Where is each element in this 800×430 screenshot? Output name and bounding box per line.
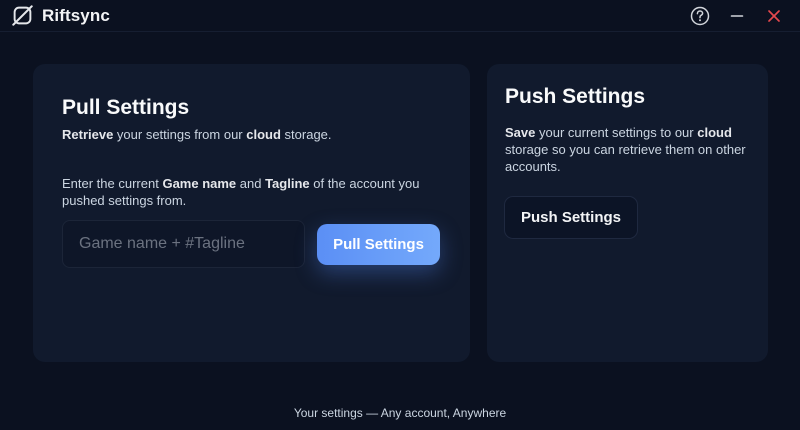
footer-tagline: Your settings — Any account, Anywhere	[293, 406, 507, 420]
app-title: Riftsync	[42, 5, 110, 25]
push-settings-button[interactable]: Push Settings	[504, 196, 638, 239]
description-emphasis-cloud: cloud	[697, 125, 732, 140]
subtitle-emphasis-retrieve: Retrieve	[62, 127, 114, 142]
push-settings-title: Push Settings	[505, 85, 646, 108]
minimize-button[interactable]	[725, 4, 749, 28]
riot-id-input[interactable]	[63, 221, 304, 267]
push-settings-card: Push Settings Save your current settings…	[487, 64, 768, 362]
pull-settings-subtitle: Retrieve your settings from our cloud st…	[62, 127, 332, 142]
help-circle-icon	[690, 6, 710, 26]
instruction-emphasis-game-name: Game name	[162, 176, 237, 191]
riftsync-logo-icon	[12, 5, 33, 26]
push-settings-description: Save your current settings to our cloud …	[505, 125, 746, 174]
description-emphasis-save: Save	[505, 125, 536, 140]
riot-id-input-wrapper	[62, 220, 305, 268]
pull-settings-button[interactable]: Pull Settings	[317, 224, 440, 265]
app-window: Riftsync Pull Settings Retrieve your set…	[0, 0, 800, 430]
minimize-icon	[730, 15, 744, 17]
subtitle-emphasis-cloud: cloud	[246, 127, 281, 142]
brand: Riftsync	[12, 5, 110, 26]
window-controls	[675, 0, 786, 32]
close-icon	[768, 10, 780, 22]
pull-settings-title: Pull Settings	[62, 96, 190, 119]
help-button[interactable]	[688, 4, 712, 28]
instruction-emphasis-tagline: Tagline	[265, 176, 310, 191]
title-bar: Riftsync	[0, 0, 800, 32]
close-button[interactable]	[762, 4, 786, 28]
pull-settings-instruction: Enter the current Game name and Tagline …	[62, 176, 420, 208]
pull-settings-card: Pull Settings Retrieve your settings fro…	[33, 64, 470, 362]
